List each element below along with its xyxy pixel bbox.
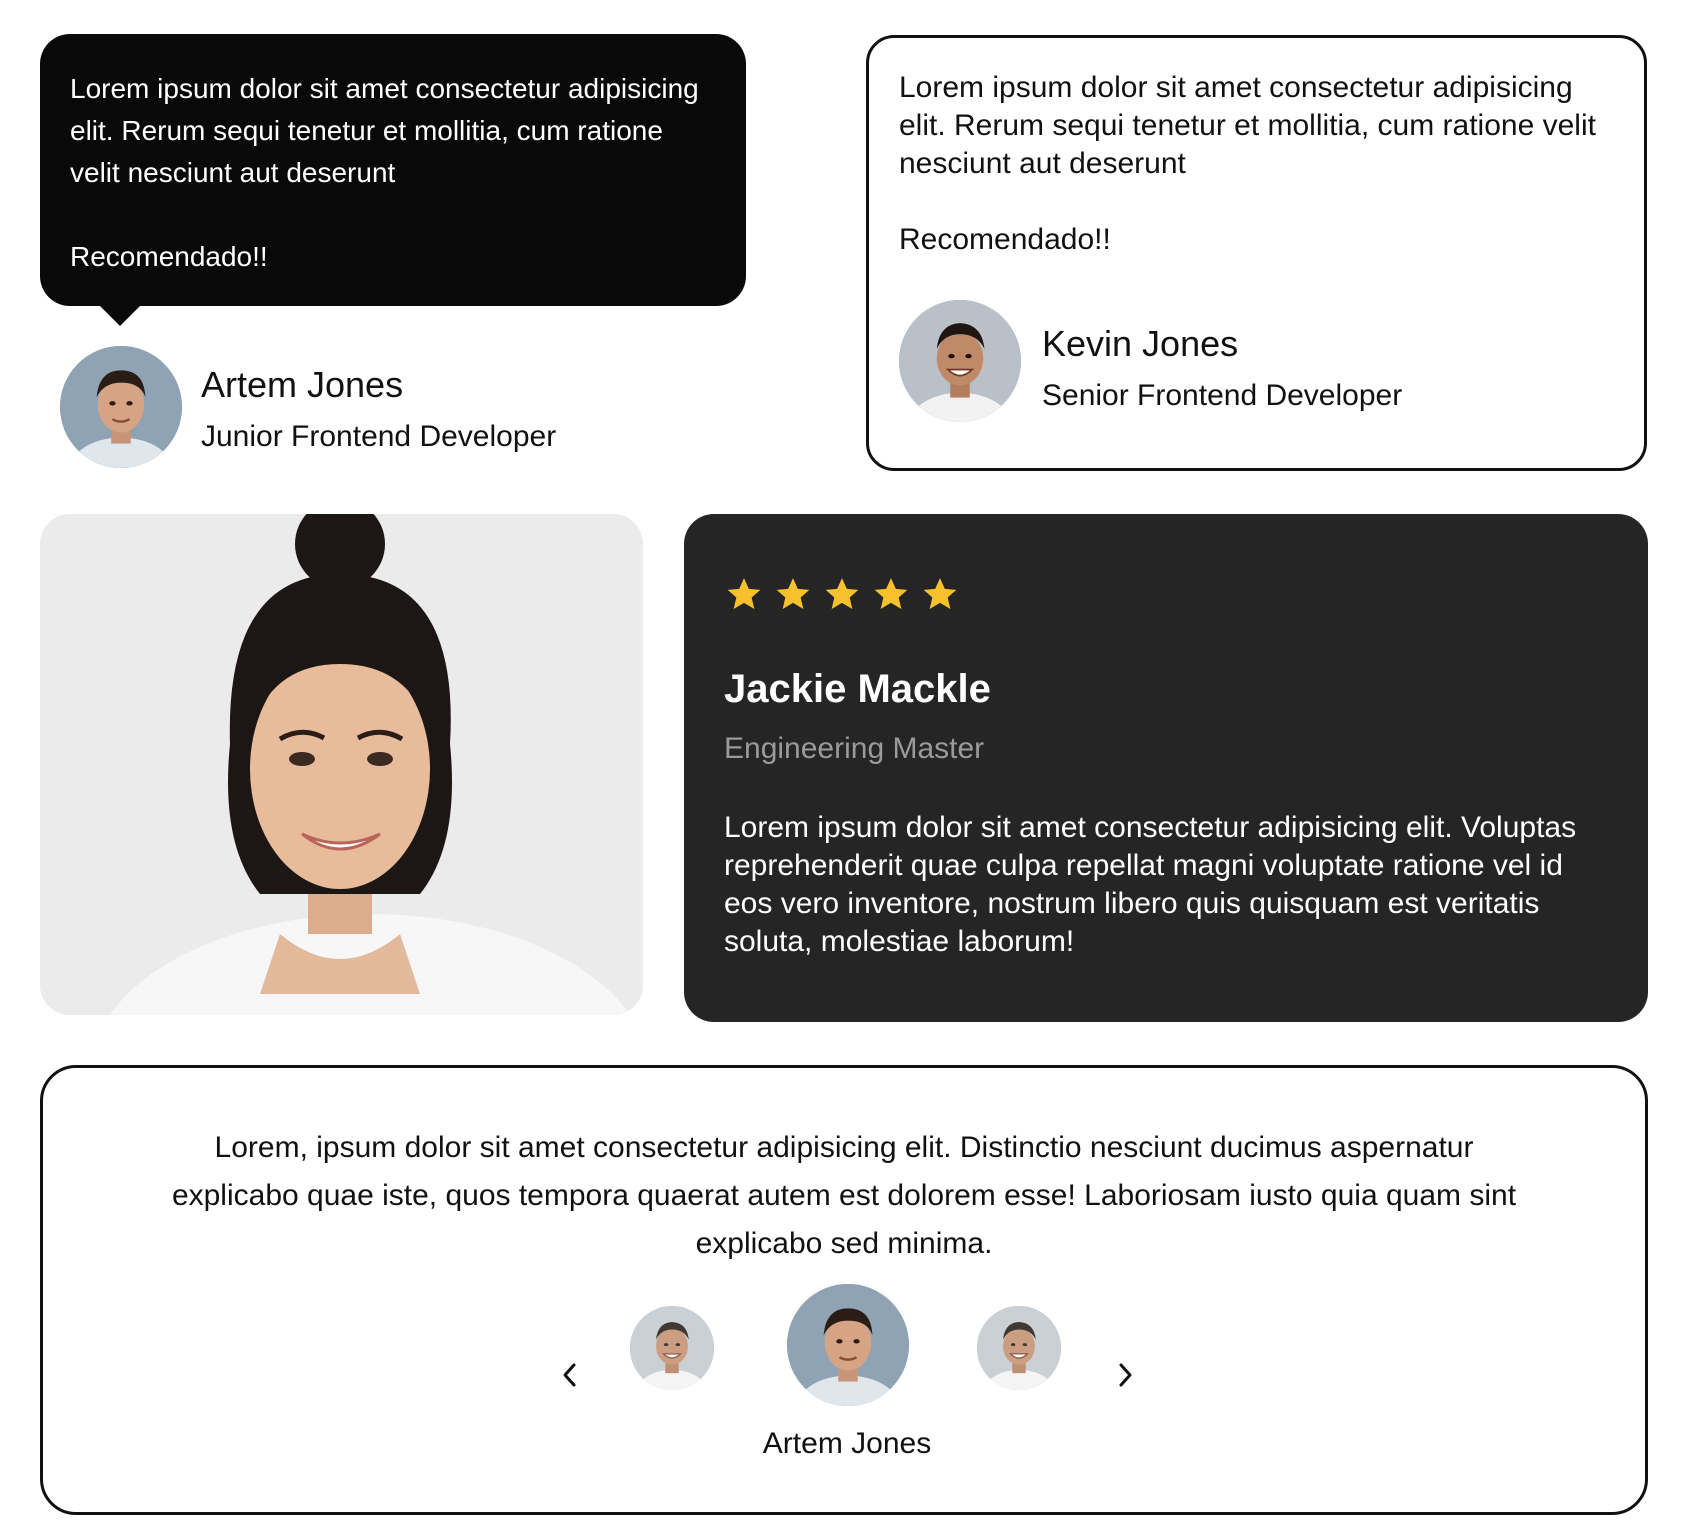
author-name: Kevin Jones — [1042, 323, 1239, 364]
review-text: Lorem ipsum dolor sit amet consectetur a… — [724, 811, 1577, 958]
author-role: Junior Frontend Developer — [201, 420, 557, 453]
carousel-quote: Lorem, ipsum dolor sit amet consectetur … — [171, 1131, 1517, 1260]
speech-bubble-testimonial: Lorem ipsum dolor sit amet consectetur a… — [40, 34, 746, 306]
testimonial-tagline: Recomendado!! — [899, 223, 1111, 256]
author-role: Senior Frontend Developer — [1042, 379, 1403, 412]
reviewer-name: Jackie Mackle — [724, 667, 991, 711]
review-card: Jackie Mackle Engineering Master Lorem i… — [684, 514, 1648, 1022]
avatar-kevin-jones — [899, 300, 1021, 422]
testimonial-carousel: Lorem, ipsum dolor sit amet consectetur … — [40, 1065, 1648, 1515]
avatar-artem-jones — [60, 346, 182, 468]
carousel-avatar-right[interactable] — [977, 1306, 1061, 1390]
man-portrait-icon — [60, 346, 182, 468]
star-rating — [724, 574, 960, 614]
woman-portrait-photo — [40, 514, 643, 1015]
carousel-avatar-left[interactable] — [630, 1306, 714, 1390]
carousel-next-button[interactable] — [1105, 1355, 1145, 1395]
star-icon — [727, 578, 761, 609]
carousel-avatar-active[interactable] — [787, 1284, 909, 1406]
star-icon — [923, 578, 957, 609]
smiling-man-icon — [899, 300, 1021, 422]
star-icon — [825, 578, 859, 609]
carousel-prev-button[interactable] — [550, 1355, 590, 1395]
outlined-testimonial-card: Lorem ipsum dolor sit amet consectetur a… — [866, 35, 1647, 471]
smiling-man-icon — [630, 1306, 714, 1390]
author-name: Artem Jones — [201, 364, 404, 405]
star-icon — [874, 578, 908, 609]
chevron-right-icon — [1119, 1363, 1132, 1387]
star-icon — [776, 578, 810, 609]
testimonial-quote: Lorem ipsum dolor sit amet consectetur a… — [70, 73, 699, 188]
chevron-left-icon — [563, 1363, 576, 1387]
smiling-man-icon — [977, 1306, 1061, 1390]
reviewer-role: Engineering Master — [724, 732, 985, 765]
testimonial-quote: Lorem ipsum dolor sit amet consectetur a… — [899, 71, 1596, 180]
testimonial-tagline: Recomendado!! — [70, 241, 268, 272]
woman-portrait-image — [40, 514, 643, 1015]
speech-bubble-tail — [98, 304, 142, 326]
carousel-active-name: Artem Jones — [762, 1427, 932, 1460]
man-portrait-icon — [787, 1284, 909, 1406]
